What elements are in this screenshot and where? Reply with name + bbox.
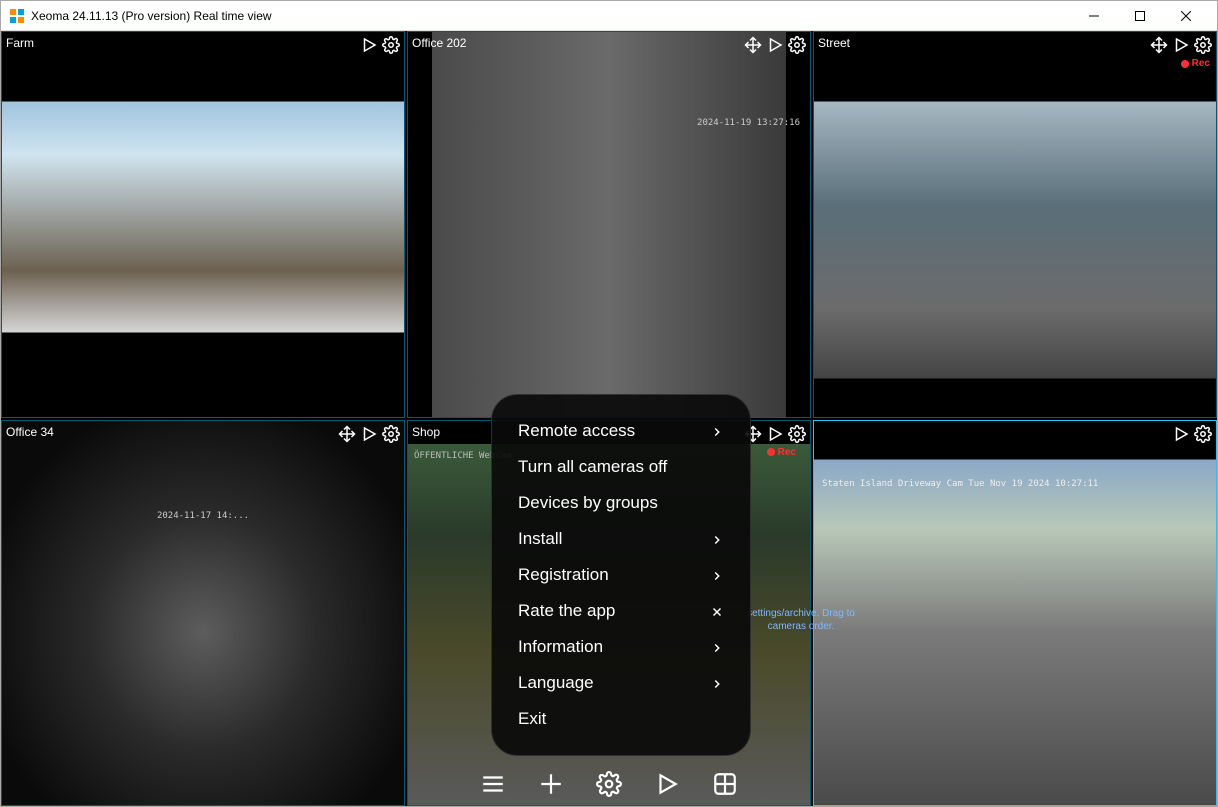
menu-item-label: Install: [518, 529, 562, 549]
chevron-right-icon: [710, 676, 724, 690]
video-feed: [2, 421, 404, 806]
chevron-right-icon: [710, 640, 724, 654]
menu-item-exit[interactable]: Exit: [492, 701, 750, 737]
camera-cell-street[interactable]: Street Rec: [813, 31, 1217, 418]
move-icon[interactable]: [744, 36, 762, 54]
camera-cell-office-202[interactable]: Office 202 2024-11-19 13:27:16: [407, 31, 811, 418]
menu-item-install[interactable]: Install: [492, 521, 750, 557]
camera-tools: [1172, 425, 1212, 443]
gear-icon[interactable]: [1194, 36, 1212, 54]
play-icon[interactable]: [766, 425, 784, 443]
content-area: Farm Office 202 2024-11-19 13:27:16: [1, 31, 1217, 806]
menu-item-remote-access[interactable]: Remote access: [492, 413, 750, 449]
app-window: Xeoma 24.11.13 (Pro version) Real time v…: [0, 0, 1218, 807]
settings-gear-icon[interactable]: [595, 770, 623, 798]
camera-tools: [744, 425, 806, 443]
menu-item-label: Registration: [518, 565, 609, 585]
camera-tools: [360, 36, 400, 54]
hint-tooltip: settings/archive. Drag to cameras order.: [731, 607, 871, 633]
camera-label: Office 202: [412, 36, 466, 50]
camera-timestamp: 2024-11-19 13:27:16: [697, 118, 800, 128]
camera-cell-farm[interactable]: Farm: [1, 31, 405, 418]
main-menu-popup: Remote access Turn all cameras off Devic…: [491, 394, 751, 756]
bottom-toolbar: [479, 770, 739, 798]
close-icon[interactable]: [710, 604, 724, 618]
menu-item-label: Language: [518, 673, 594, 693]
menu-item-turn-all-cameras-off[interactable]: Turn all cameras off: [492, 449, 750, 485]
maximize-button[interactable]: [1117, 1, 1163, 31]
app-icon: [9, 8, 25, 24]
gear-icon[interactable]: [788, 36, 806, 54]
video-feed: [408, 32, 810, 417]
titlebar: Xeoma 24.11.13 (Pro version) Real time v…: [1, 1, 1217, 31]
menu-item-registration[interactable]: Registration: [492, 557, 750, 593]
menu-item-label: Information: [518, 637, 603, 657]
move-icon[interactable]: [1150, 36, 1168, 54]
camera-tools: [1150, 36, 1212, 54]
gear-icon[interactable]: [382, 36, 400, 54]
chevron-right-icon: [710, 532, 724, 546]
menu-item-label: Devices by groups: [518, 493, 658, 513]
chevron-right-icon: [710, 568, 724, 582]
camera-tools: [744, 36, 806, 54]
window-title: Xeoma 24.11.13 (Pro version) Real time v…: [31, 9, 1071, 23]
camera-label: Street: [818, 36, 850, 50]
play-icon[interactable]: [360, 425, 378, 443]
play-icon[interactable]: [1172, 36, 1190, 54]
recording-indicator: Rec: [1181, 58, 1210, 69]
play-all-icon[interactable]: [653, 770, 681, 798]
camera-label: Office 34: [6, 425, 54, 439]
menu-item-language[interactable]: Language: [492, 665, 750, 701]
video-feed: [2, 32, 404, 417]
window-controls: [1071, 1, 1209, 31]
add-icon[interactable]: [537, 770, 565, 798]
chevron-right-icon: [710, 424, 724, 438]
menu-item-label: Rate the app: [518, 601, 615, 621]
gear-icon[interactable]: [382, 425, 400, 443]
gear-icon[interactable]: [1194, 425, 1212, 443]
play-icon[interactable]: [766, 36, 784, 54]
menu-item-devices-by-groups[interactable]: Devices by groups: [492, 485, 750, 521]
menu-item-label: Turn all cameras off: [518, 457, 667, 477]
camera-cell-driveway[interactable]: Staten Island Driveway Cam Tue Nov 19 20…: [813, 420, 1217, 807]
play-icon[interactable]: [1172, 425, 1190, 443]
recording-indicator: Rec: [767, 447, 796, 458]
camera-overlay-text: Staten Island Driveway Cam Tue Nov 19 20…: [822, 479, 1098, 489]
close-button[interactable]: [1163, 1, 1209, 31]
menu-item-rate-the-app[interactable]: Rate the app: [492, 593, 750, 629]
minimize-button[interactable]: [1071, 1, 1117, 31]
menu-item-information[interactable]: Information: [492, 629, 750, 665]
move-icon[interactable]: [338, 425, 356, 443]
play-icon[interactable]: [360, 36, 378, 54]
camera-label: Shop: [412, 425, 440, 439]
menu-item-label: Exit: [518, 709, 546, 729]
menu-icon[interactable]: [479, 770, 507, 798]
gear-icon[interactable]: [788, 425, 806, 443]
layout-grid-icon[interactable]: [711, 770, 739, 798]
menu-item-label: Remote access: [518, 421, 635, 441]
camera-label: Farm: [6, 36, 34, 50]
camera-timestamp: 2024-11-17 14:...: [157, 511, 249, 521]
video-feed: [814, 32, 1216, 417]
camera-tools: [338, 425, 400, 443]
camera-cell-office-34[interactable]: Office 34 2024-11-17 14:...: [1, 420, 405, 807]
